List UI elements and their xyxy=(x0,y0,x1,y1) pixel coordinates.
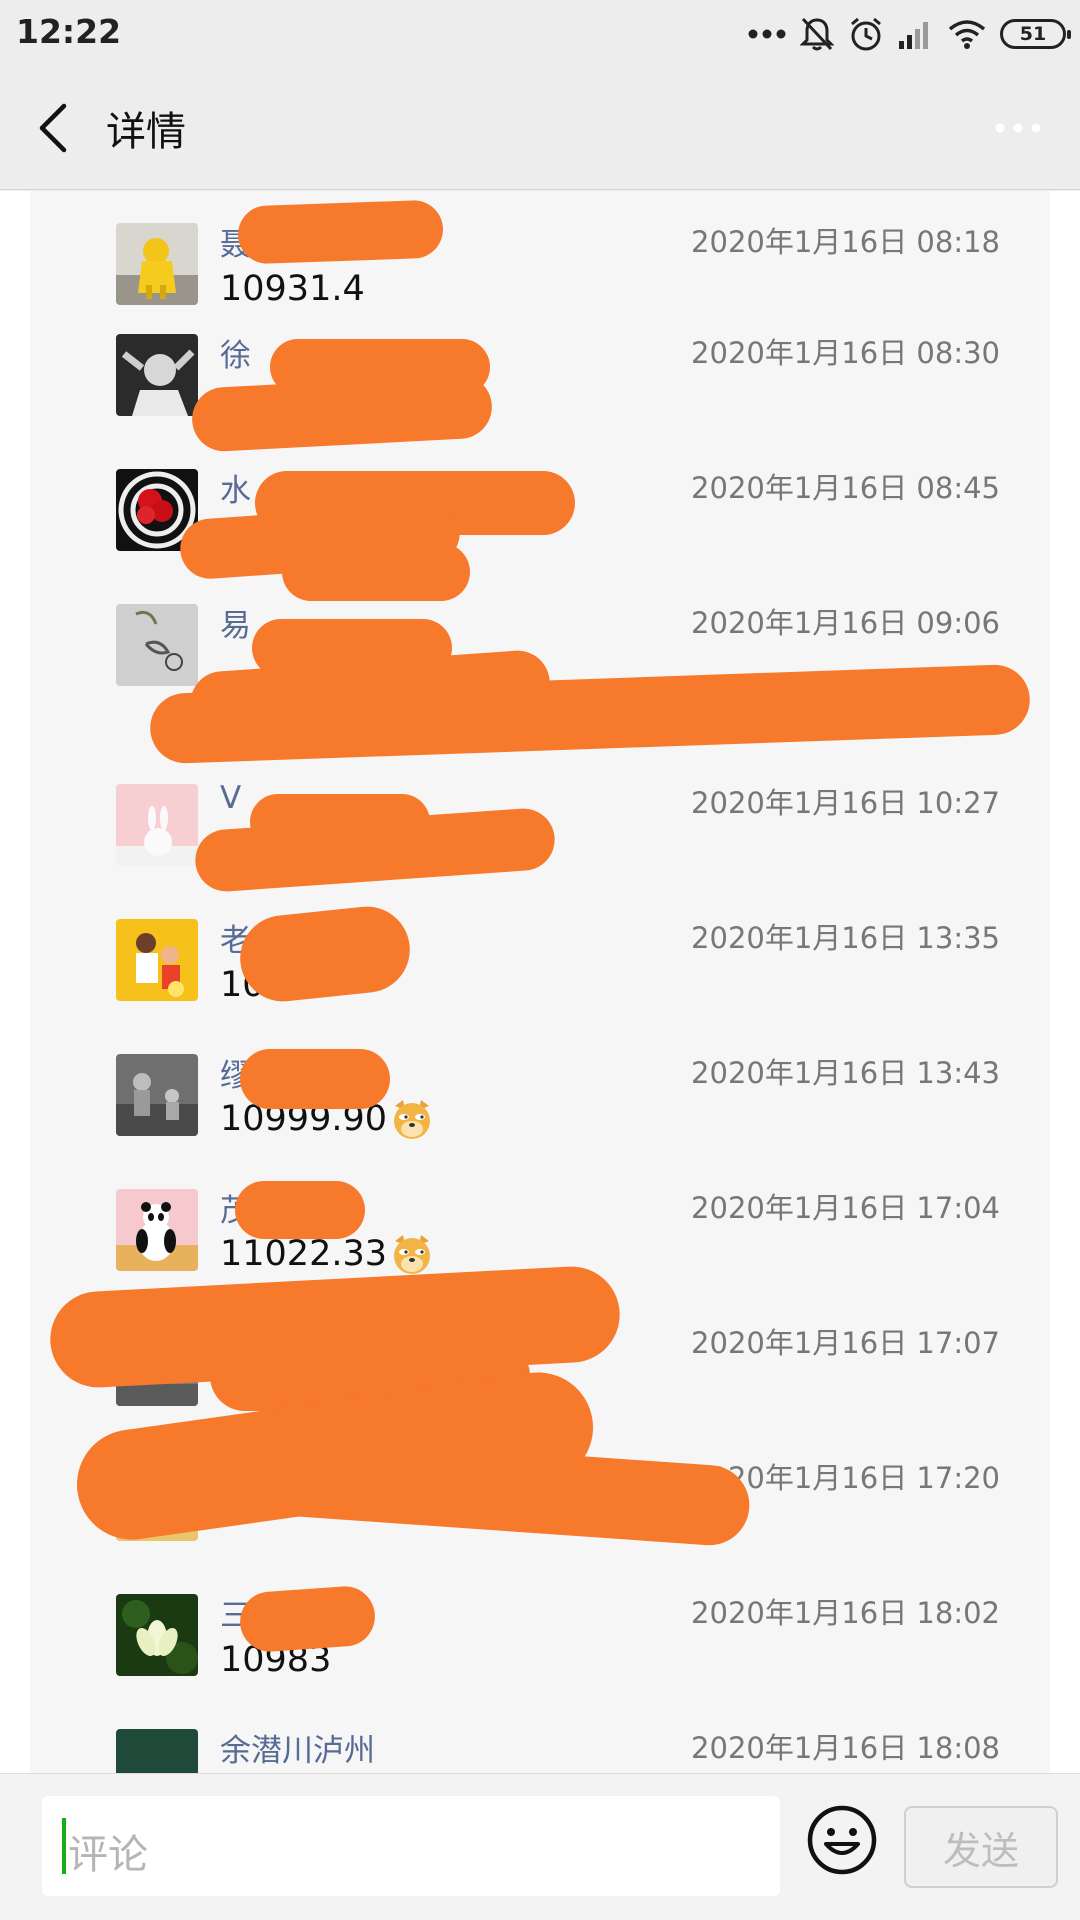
comment-list: 聂 2020年1月16日 08:18 10931.4 徐 2020年1月16日 … xyxy=(30,191,1050,1773)
comment-author[interactable]: 余潜川泸州 xyxy=(220,1725,375,1770)
status-time: 12:22 xyxy=(16,12,122,51)
comment-time: 2020年1月16日 08:18 xyxy=(691,225,1000,259)
avatar[interactable] xyxy=(116,1189,198,1271)
comment-time: 2020年1月16日 09:06 xyxy=(691,606,1000,640)
avatar[interactable] xyxy=(116,1594,198,1676)
redaction-mark xyxy=(193,806,557,894)
redaction-mark xyxy=(282,543,470,601)
doge-emoji-icon xyxy=(394,1235,431,1274)
comment-text: 11022.33 xyxy=(220,1234,388,1274)
back-arrow-icon[interactable] xyxy=(34,102,74,154)
comment-time: 2020年1月16日 08:30 xyxy=(691,336,1000,370)
comment-text: 10931.4 xyxy=(220,269,365,309)
comment-time: 2020年1月16日 13:35 xyxy=(691,921,1000,955)
battery-level: 51 xyxy=(1019,23,1047,45)
avatar[interactable] xyxy=(116,784,198,866)
more-notifications-icon xyxy=(748,29,786,39)
send-button[interactable]: 发送 xyxy=(904,1806,1058,1888)
alarm-icon xyxy=(851,17,881,51)
comment-time: 2020年1月16日 18:02 xyxy=(691,1596,1000,1630)
comment-time: 2020年1月16日 17:04 xyxy=(691,1191,1000,1225)
text-caret xyxy=(62,1818,66,1874)
avatar[interactable] xyxy=(116,1729,198,1773)
comment-time: 2020年1月16日 10:27 xyxy=(691,786,1000,820)
nav-bar: 详情 xyxy=(0,66,1080,190)
comment-time: 2020年1月16日 17:07 xyxy=(691,1326,1000,1360)
mute-bell-icon xyxy=(800,17,834,51)
page-title: 详情 xyxy=(106,109,186,155)
status-bar: 12:22 51 xyxy=(0,0,1080,66)
status-icons: 51 xyxy=(748,14,1071,54)
comment-time: 2020年1月16日 08:45 xyxy=(691,471,1000,505)
avatar[interactable] xyxy=(116,604,198,686)
comment-author[interactable]: 徐 xyxy=(220,330,251,375)
comment-placeholder: 评论 xyxy=(68,1832,148,1878)
redaction-mark xyxy=(238,1584,377,1654)
redaction-mark xyxy=(235,1181,365,1239)
comment-time: 2020年1月16日 18:08 xyxy=(691,1731,1000,1765)
redaction-mark xyxy=(240,1049,390,1109)
redaction-mark xyxy=(190,373,494,453)
signal-icon xyxy=(899,22,928,49)
comment-time: 2020年1月16日 13:43 xyxy=(691,1056,1000,1090)
avatar[interactable] xyxy=(116,334,198,416)
emoji-picker-icon[interactable] xyxy=(806,1804,878,1876)
comment-input[interactable]: 评论 xyxy=(42,1796,780,1896)
avatar[interactable] xyxy=(116,1054,198,1136)
wifi-icon xyxy=(948,20,986,49)
avatar[interactable] xyxy=(116,223,198,305)
comment-author[interactable]: V xyxy=(220,780,241,816)
more-options-icon[interactable] xyxy=(994,122,1042,134)
comment-author[interactable]: 易 xyxy=(220,600,251,645)
comment-area: 聂 2020年1月16日 08:18 10931.4 徐 2020年1月16日 … xyxy=(0,191,1080,1773)
doge-emoji-icon xyxy=(394,1100,431,1139)
comment-author[interactable]: 水 xyxy=(220,465,251,510)
redaction-mark xyxy=(235,902,415,1006)
avatar[interactable] xyxy=(116,919,198,1001)
battery-icon: 51 xyxy=(1000,19,1071,49)
send-button-label: 发送 xyxy=(942,1828,1019,1873)
redaction-mark xyxy=(237,199,444,265)
comment-input-bar: 评论 发送 xyxy=(0,1773,1080,1920)
